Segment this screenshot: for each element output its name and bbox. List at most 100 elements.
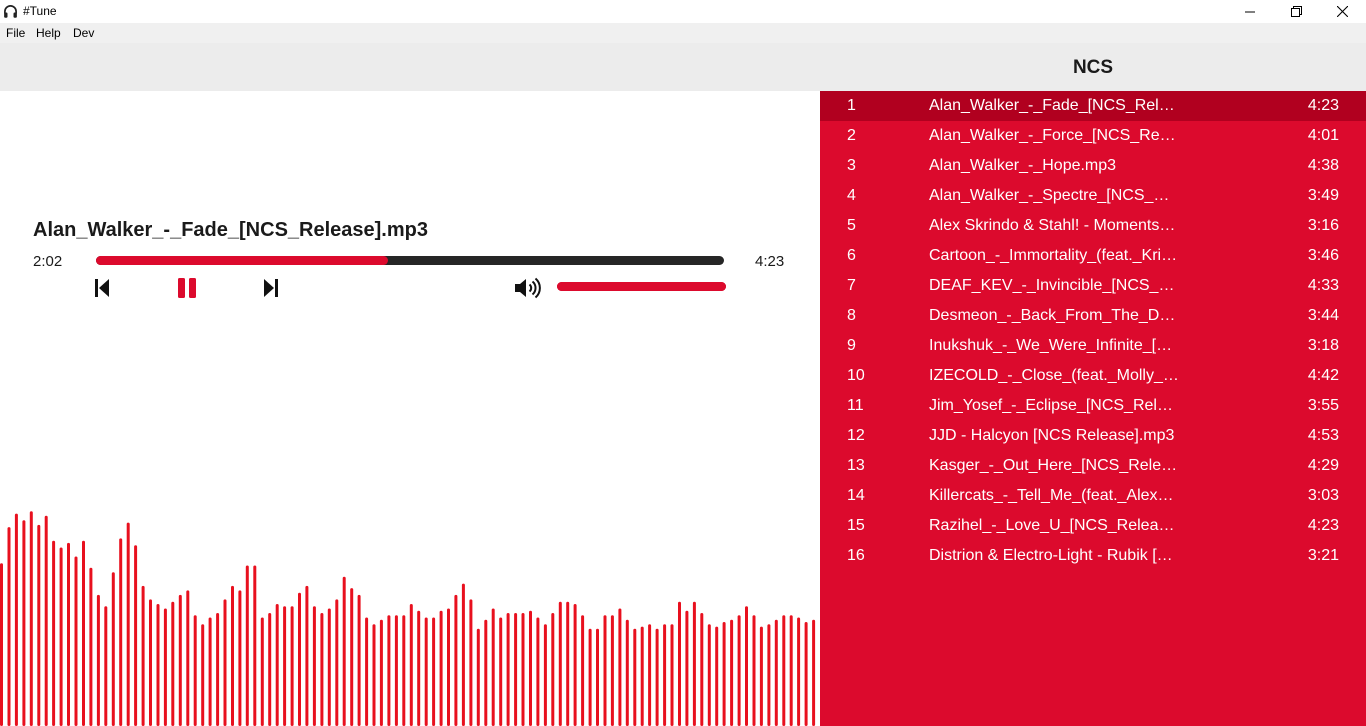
playlist-track-row[interactable]: 15 Razihel_-_Love_U_[NCS_Release].mp3 4:23 [820,511,1366,541]
visualizer-bar [275,604,279,726]
visualizer-bar [678,601,681,726]
headphones-icon [4,5,17,18]
skip-previous-icon[interactable] [93,277,111,299]
volume-icon[interactable] [513,276,541,300]
visualizer-bar [521,613,525,726]
visualizer-bar [178,594,182,726]
playlist-track-row[interactable]: 2 Alan_Walker_-_Force_[NCS_Release].mp3 4:… [820,121,1366,151]
total-time: 4:23 [755,253,785,270]
playlist-track-row[interactable]: 3 Alan_Walker_-_Hope.mp3 4:38 [820,151,1366,181]
track-name: Razihel_-_Love_U_[NCS_Release].mp3 [929,517,1179,534]
visualizer-bar [305,585,309,726]
playlist-track-row[interactable]: 10 IZECOLD_-_Close_(feat._Molly_Ann)_[NCS… [820,361,1366,391]
track-number: 12 [847,427,865,444]
playlist-track-row[interactable]: 1 Alan_Walker_-_Fade_[NCS_Release].mp3 4:2… [820,91,1366,121]
menu-file[interactable]: File [6,26,25,40]
restore-button[interactable] [1273,0,1319,23]
visualizer-bar [253,565,257,726]
visualizer-bar [74,556,78,726]
visualizer-bar [774,619,778,726]
track-number: 11 [847,397,864,414]
track-duration: 4:23 [1307,97,1339,114]
track-number: 6 [847,247,856,264]
visualizer-bar [700,613,704,726]
visualizer-bar [461,583,465,726]
visualizer-bar [208,617,212,726]
playlist-track-row[interactable]: 4 Alan_Walker_-_Spectre_[NCS_Release].mp3… [820,181,1366,211]
visualizer-bar [119,538,123,726]
track-name: Kasger_-_Out_Here_[NCS_Release].mp3 [929,457,1179,474]
visualizer-bar [812,619,816,726]
visualizer-bar [670,624,674,726]
header-bar: NCS [0,43,1366,91]
visualizer-bar [566,601,570,726]
visualizer-bar [260,617,264,726]
track-duration: 4:33 [1307,277,1339,294]
seek-bar[interactable] [96,256,724,265]
playlist-track-row[interactable]: 9 Inukshuk_-_We_Were_Infinite_[NCS_Releas… [820,331,1366,361]
visualizer-bar [141,585,145,726]
playlist-track-row[interactable]: 12 JJD - Halcyon [NCS Release].mp3 4:53 [820,421,1366,451]
visualizer-bar [759,626,763,726]
visualizer-bar [238,590,242,726]
visualizer-bar [789,615,793,726]
minimize-button[interactable] [1227,0,1273,23]
visualizer-bar [67,542,70,726]
visualizer-bar [648,624,652,726]
track-name: Inukshuk_-_We_Were_Infinite_[NCS_Release… [929,337,1179,354]
playlist-title: NCS [1072,57,1114,78]
visualizer-bar [216,613,220,726]
track-name: Alan_Walker_-_Force_[NCS_Release].mp3 [929,127,1179,144]
playlist-track-row[interactable]: 8 Desmeon_-_Back_From_The_Dead_[NCS_Relea… [820,301,1366,331]
visualizer-bar [82,540,85,726]
track-number: 10 [847,367,865,384]
playlist-track-row[interactable]: 6 Cartoon_-_Immortality_(feat._Kristel_Aa… [820,241,1366,271]
track-name: IZECOLD_-_Close_(feat._Molly_Ann)_[NCS_R… [929,367,1179,384]
visualizer-bar [529,610,532,726]
pause-icon[interactable] [176,277,198,299]
visualizer-bar [536,617,540,726]
visualizer-bar [640,626,644,726]
visualizer-bar [797,617,801,726]
visualizer-bar [454,594,458,726]
playlist-track-row[interactable]: 11 Jim_Yosef_-_Eclipse_[NCS_Release].mp3 3… [820,391,1366,421]
menu-dev[interactable]: Dev [73,26,94,40]
visualizer-bar [730,619,734,726]
visualizer-bar [357,594,361,726]
visualizer-bar [432,617,436,726]
menu-help[interactable]: Help [36,26,61,40]
visualizer-bar [424,617,428,726]
track-number: 5 [847,217,856,234]
track-number: 16 [847,547,865,564]
visualizer-bar [715,626,719,726]
volume-slider[interactable] [557,282,726,291]
visualizer-bar [327,608,331,726]
volume-slider-fill [557,282,726,291]
track-duration: 4:53 [1307,427,1339,444]
track-duration: 3:16 [1307,217,1339,234]
visualizer-bar [558,601,562,726]
visualizer-bar [469,599,473,726]
visualizer-bar [782,615,786,726]
visualizer-bar [402,615,406,726]
playlist-track-row[interactable]: 7 DEAF_KEV_-_Invincible_[NCS_Release].mp3… [820,271,1366,301]
track-duration: 3:44 [1307,307,1339,324]
visualizer-bar [581,615,585,726]
visualizer-bar [37,524,41,726]
playlist-track-row[interactable]: 16 Distrion & Electro-Light - Rubik [NCS … [820,541,1366,571]
track-number: 15 [847,517,865,534]
visualizer-bar [7,527,11,726]
playlist-panel: 1 Alan_Walker_-_Fade_[NCS_Release].mp3 4:2… [820,91,1366,726]
visualizer-bar [394,615,398,726]
visualizer-bar [201,624,205,726]
visualizer-bar [89,567,93,726]
playlist-track-row[interactable]: 14 Killercats_-_Tell_Me_(feat._Alex_Skrin… [820,481,1366,511]
window-title: #Tune [23,4,57,18]
skip-next-icon[interactable] [262,277,280,299]
playlist-track-row[interactable]: 5 Alex Skrindo & Stahl! - Moments [NCS Re… [820,211,1366,241]
visualizer-bar [491,608,495,726]
close-button[interactable] [1319,0,1365,23]
visualizer-bar [342,576,346,726]
track-duration: 4:29 [1307,457,1339,474]
playlist-track-row[interactable]: 13 Kasger_-_Out_Here_[NCS_Release].mp3 4:2… [820,451,1366,481]
